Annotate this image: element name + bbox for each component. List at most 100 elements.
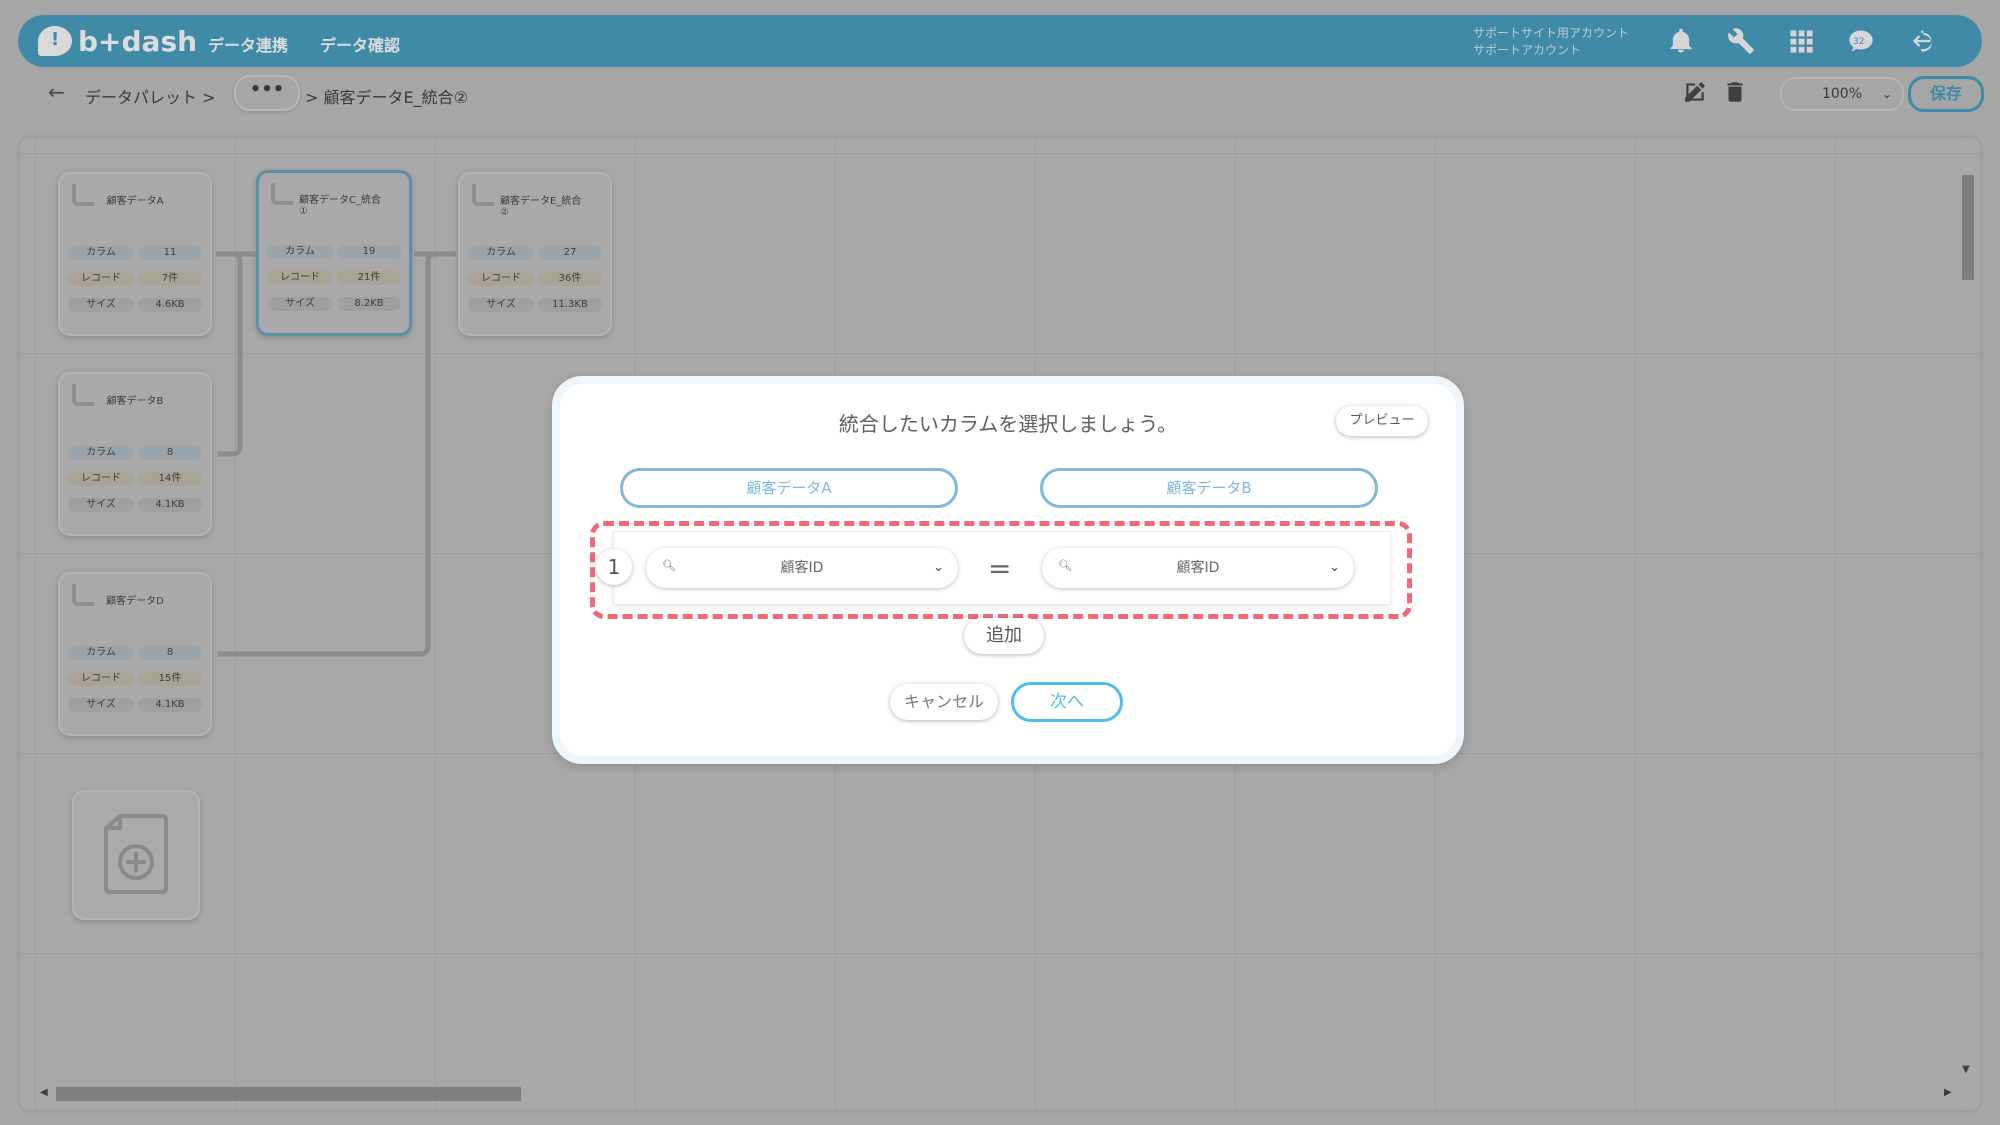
value-size: 11.3KB bbox=[538, 298, 602, 312]
vertical-scrollbar[interactable]: ▼ bbox=[1960, 160, 1974, 1080]
app-grid-icon[interactable] bbox=[1786, 27, 1816, 57]
right-table-label: 顧客データB bbox=[1040, 468, 1378, 508]
condition-number: 1 bbox=[596, 549, 632, 585]
zoom-value: 100% bbox=[1821, 86, 1863, 102]
label-records: レコード bbox=[267, 271, 333, 285]
node-title: 顧客データE_統合② bbox=[500, 196, 582, 218]
document-icon bbox=[472, 184, 494, 206]
label-records: レコード bbox=[68, 672, 134, 686]
label-size: サイズ bbox=[68, 698, 134, 712]
label-columns: カラム bbox=[267, 245, 333, 259]
node-title: 顧客データC_統合① bbox=[299, 195, 381, 217]
value-columns: 8 bbox=[138, 446, 202, 460]
logo-text: b+dash bbox=[78, 24, 198, 58]
node-row-records: レコード 14件 bbox=[68, 472, 202, 486]
label-columns: カラム bbox=[468, 246, 534, 260]
breadcrumb-root[interactable]: データパレット > bbox=[85, 84, 216, 108]
left-column-select[interactable]: 🔍︎ 顧客ID ⌄ bbox=[646, 548, 958, 588]
next-button[interactable]: 次へ bbox=[1011, 682, 1123, 722]
node-row-records: レコード 7件 bbox=[68, 272, 202, 286]
equals-sign: = bbox=[988, 552, 1012, 585]
value-records: 36件 bbox=[538, 272, 602, 286]
node-row-records: レコード 36件 bbox=[468, 272, 602, 286]
label-size: サイズ bbox=[267, 297, 333, 311]
horizontal-scrollbar[interactable]: ◀ ▶ bbox=[38, 1085, 1958, 1101]
right-column-select[interactable]: 🔍︎ 顧客ID ⌄ bbox=[1042, 548, 1354, 588]
cancel-button[interactable]: キャンセル bbox=[890, 684, 998, 720]
node-row-size: サイズ 4.1KB bbox=[68, 498, 202, 512]
merge-column-dialog: 統合したいカラムを選択しましょう。 プレビュー 顧客データA 顧客データB 1 … bbox=[552, 376, 1464, 764]
node-row-columns: カラム 19 bbox=[267, 245, 401, 259]
value-records: 7件 bbox=[138, 272, 202, 286]
chevron-down-icon: ⌄ bbox=[1881, 87, 1892, 101]
left-column-value: 顧客ID bbox=[780, 560, 824, 576]
bdash-logo[interactable]: b+dash bbox=[38, 23, 197, 59]
document-icon bbox=[271, 183, 293, 205]
value-size: 4.1KB bbox=[138, 698, 202, 712]
add-condition-button[interactable]: 追加 bbox=[964, 618, 1044, 654]
logout-icon[interactable] bbox=[1906, 27, 1936, 57]
top-header: b+dash データ連携 データ確認 サポートサイト用アカウント サポートアカウ… bbox=[18, 15, 1982, 67]
nav-data-integration[interactable]: データ連携 bbox=[208, 32, 288, 56]
data-node-customer-b[interactable]: 顧客データB カラム 8 レコード 14件 サイズ 4.1KB bbox=[58, 372, 212, 536]
support-badge: 32 bbox=[1853, 37, 1865, 47]
node-row-records: レコード 21件 bbox=[267, 271, 401, 285]
add-file-icon bbox=[104, 814, 168, 894]
value-records: 21件 bbox=[337, 271, 401, 285]
node-title: 顧客データA bbox=[106, 196, 164, 207]
label-size: サイズ bbox=[68, 498, 134, 512]
value-columns: 19 bbox=[337, 245, 401, 259]
chevron-down-icon: ⌄ bbox=[933, 560, 944, 575]
edit-icon[interactable] bbox=[1682, 79, 1710, 107]
preview-button[interactable]: プレビュー bbox=[1336, 406, 1428, 436]
logo-bubble-icon bbox=[38, 26, 72, 56]
wrench-icon[interactable] bbox=[1726, 27, 1756, 57]
back-arrow-icon[interactable]: ← bbox=[48, 80, 65, 104]
label-columns: カラム bbox=[68, 246, 134, 260]
zoom-select[interactable]: 100% ⌄ bbox=[1780, 77, 1904, 111]
horizontal-scroll-thumb[interactable] bbox=[56, 1087, 521, 1101]
scroll-down-arrow-icon[interactable]: ▼ bbox=[1962, 1064, 1970, 1075]
node-row-size: サイズ 8.2KB bbox=[267, 297, 401, 311]
save-button[interactable]: 保存 bbox=[1908, 76, 1984, 112]
value-columns: 27 bbox=[538, 246, 602, 260]
nav-data-check[interactable]: データ確認 bbox=[320, 32, 400, 56]
trash-icon[interactable] bbox=[1722, 79, 1750, 107]
scroll-right-arrow-icon[interactable]: ▶ bbox=[1944, 1087, 1952, 1098]
node-title: 顧客データD bbox=[106, 596, 164, 607]
account-line2: サポートアカウント bbox=[1473, 43, 1582, 57]
bell-icon[interactable] bbox=[1666, 27, 1696, 57]
scroll-left-arrow-icon[interactable]: ◀ bbox=[40, 1087, 48, 1098]
value-size: 8.2KB bbox=[337, 297, 401, 311]
vertical-scroll-thumb[interactable] bbox=[1962, 175, 1974, 280]
node-row-columns: カラム 27 bbox=[468, 246, 602, 260]
value-size: 4.6KB bbox=[138, 298, 202, 312]
label-columns: カラム bbox=[68, 646, 134, 660]
node-row-columns: カラム 8 bbox=[68, 646, 202, 660]
breadcrumb-current: > 顧客データE_統合② bbox=[305, 88, 468, 107]
account-info[interactable]: サポートサイト用アカウント サポートアカウント bbox=[1473, 25, 1629, 59]
label-records: レコード bbox=[468, 272, 534, 286]
label-size: サイズ bbox=[68, 298, 134, 312]
label-columns: カラム bbox=[68, 446, 134, 460]
chevron-down-icon: ⌄ bbox=[1329, 560, 1340, 575]
data-node-customer-d[interactable]: 顧客データD カラム 8 レコード 15件 サイズ 4.1KB bbox=[58, 572, 212, 736]
node-row-size: サイズ 4.1KB bbox=[68, 698, 202, 712]
value-size: 4.1KB bbox=[138, 498, 202, 512]
label-size: サイズ bbox=[468, 298, 534, 312]
value-records: 14件 bbox=[138, 472, 202, 486]
data-node-customer-e-merged[interactable]: 顧客データE_統合② カラム 27 レコード 36件 サイズ 11.3KB bbox=[458, 172, 612, 336]
node-row-columns: カラム 11 bbox=[68, 246, 202, 260]
right-column-value: 顧客ID bbox=[1176, 560, 1220, 576]
dialog-title: 統合したいカラムを選択しましょう。 bbox=[838, 412, 1178, 436]
toolbar: ← データパレット > ••• > 顧客データE_統合② 100% ⌄ 保存 bbox=[10, 72, 1990, 116]
node-row-size: サイズ 11.3KB bbox=[468, 298, 602, 312]
account-line1: サポートサイト用アカウント bbox=[1473, 26, 1630, 40]
data-node-customer-c-merged[interactable]: 顧客データC_統合① カラム 19 レコード 21件 サイズ 8.2KB bbox=[256, 170, 412, 336]
value-records: 15件 bbox=[138, 672, 202, 686]
support-chat-icon[interactable]: 32 bbox=[1846, 27, 1876, 57]
add-data-node-button[interactable] bbox=[72, 790, 200, 920]
left-table-label: 顧客データA bbox=[620, 468, 958, 508]
breadcrumb-more-button[interactable]: ••• bbox=[234, 75, 300, 111]
data-node-customer-a[interactable]: 顧客データA カラム 11 レコード 7件 サイズ 4.6KB bbox=[58, 172, 212, 336]
